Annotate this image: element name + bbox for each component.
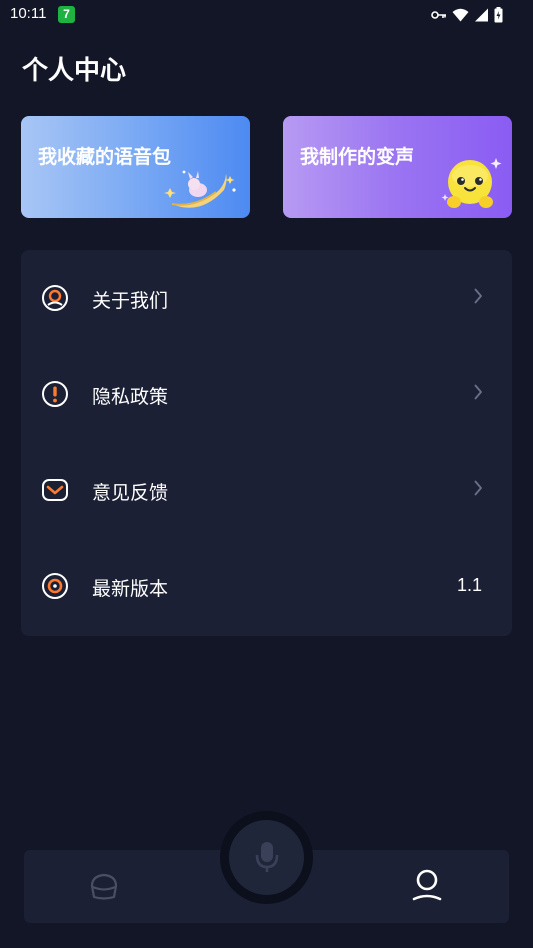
settings-menu: 关于我们 隐私政策 意见反馈 最新版本 1.1 (21, 250, 512, 636)
menu-item-label: 隐私政策 (92, 386, 169, 408)
signal-icon (475, 8, 488, 22)
battery-icon (494, 7, 503, 23)
status-time: 10:11 (10, 5, 47, 22)
status-bar: 10:11 7 (0, 0, 533, 30)
menu-item-latest-version[interactable]: 最新版本 1.1 (21, 538, 512, 634)
target-icon (42, 573, 68, 599)
card-title: 我制作的变声 (300, 146, 415, 168)
chevron-right-icon (474, 288, 482, 304)
smiley-illustration-icon (441, 158, 502, 208)
menu-item-label: 最新版本 (92, 578, 169, 600)
notification-badge: 7 (58, 6, 75, 23)
status-icons (431, 6, 503, 24)
favorite-voice-pack-card[interactable]: 我收藏的语音包 (21, 116, 250, 218)
wifi-icon (452, 8, 469, 22)
user-circle-icon (42, 285, 68, 311)
page-title: 个人中心 (22, 56, 127, 86)
profile-icon[interactable] (411, 868, 443, 902)
menu-item-label: 意见反馈 (92, 482, 169, 504)
menu-item-about-us[interactable]: 关于我们 (21, 250, 512, 346)
version-number: 1.1 (456, 575, 482, 595)
menu-item-label: 关于我们 (92, 290, 169, 312)
moon-illustration-icon (164, 170, 236, 208)
my-voice-change-card[interactable]: 我制作的变声 (283, 116, 512, 218)
microphone-icon (255, 842, 279, 872)
card-title: 我收藏的语音包 (38, 146, 172, 168)
chevron-right-icon (474, 480, 482, 496)
home-icon[interactable] (88, 870, 120, 902)
mail-icon (42, 479, 68, 501)
menu-item-privacy-policy[interactable]: 隐私政策 (21, 346, 512, 442)
key-icon (431, 11, 446, 19)
chevron-right-icon (474, 384, 482, 400)
exclamation-circle-icon (42, 381, 68, 407)
microphone-button[interactable] (229, 820, 304, 895)
menu-item-feedback[interactable]: 意见反馈 (21, 442, 512, 538)
